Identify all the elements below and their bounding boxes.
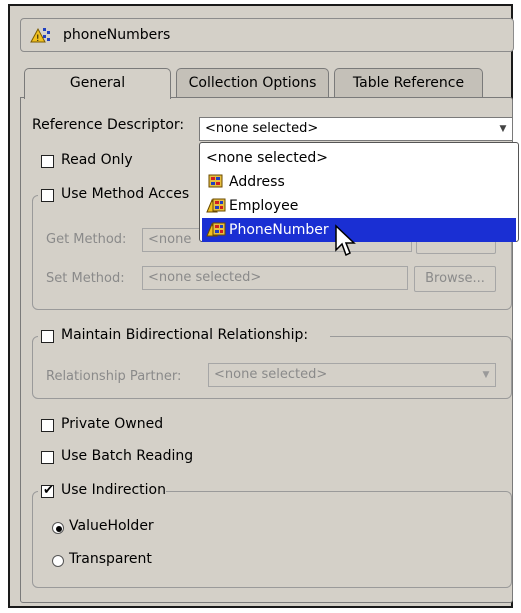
set-method-field: <none selected> [142, 266, 408, 290]
tab-collection-options[interactable]: Collection Options [176, 68, 329, 98]
indirection-group [32, 491, 512, 588]
relationship-partner-combo: <none selected> ▼ [208, 363, 496, 387]
dropdown-item-label: Employee [229, 198, 299, 214]
dropdown-item-label: Address [229, 174, 285, 190]
use-indirection-checkbox[interactable]: ✔ [41, 483, 54, 498]
descriptor-warning-icon [206, 221, 226, 237]
transparent-radio[interactable] [52, 555, 64, 567]
maintain-bidirectional-label: Maintain Bidirectional Relationship: [61, 327, 309, 343]
use-method-accessing-label: Use Method Acces [61, 186, 190, 202]
descriptor-icon [206, 173, 226, 189]
read-only-label: Read Only [61, 152, 133, 168]
chevron-down-icon[interactable]: ▼ [494, 118, 512, 140]
relationship-partner-value: <none selected> [214, 367, 328, 382]
relationship-partner-label: Relationship Partner: [46, 369, 182, 384]
radio-dot-icon [56, 526, 62, 532]
checkmark-icon: ✔ [43, 483, 54, 498]
tab-table-reference[interactable]: Table Reference [334, 68, 483, 98]
set-method-value: <none selected> [148, 270, 262, 285]
descriptor-warning-icon [206, 197, 226, 213]
chevron-down-icon: ▼ [482, 370, 490, 380]
read-only-checkbox[interactable] [41, 155, 54, 168]
reference-descriptor-value: <none selected> [205, 121, 319, 136]
valueholder-label: ValueHolder [69, 518, 154, 534]
dropdown-item-employee[interactable]: Employee [202, 194, 516, 218]
dropdown-item-address[interactable]: Address [202, 170, 516, 194]
use-indirection-label: Use Indirection [61, 482, 166, 498]
set-method-label: Set Method: [46, 271, 125, 286]
set-method-browse-button: Browse... [414, 266, 496, 292]
reference-descriptor-dropdown-list: <none selected> Address Employee PhoneNu… [199, 142, 519, 242]
dropdown-item-none[interactable]: <none selected> [202, 146, 516, 170]
get-method-label: Get Method: [46, 232, 127, 247]
private-owned-label: Private Owned [61, 416, 164, 432]
batch-reading-checkbox[interactable] [41, 451, 54, 464]
tab-general[interactable]: General [24, 68, 171, 99]
dropdown-item-phonenumber[interactable]: PhoneNumber [202, 218, 516, 242]
mapping-header: ! phoneNumbers [20, 18, 514, 52]
transparent-label: Transparent [69, 551, 152, 567]
svg-text:!: ! [36, 34, 40, 44]
valueholder-radio[interactable] [52, 522, 64, 534]
get-method-value: <none [148, 232, 192, 247]
mouse-cursor-icon [335, 224, 356, 257]
batch-reading-label: Use Batch Reading [61, 448, 194, 464]
use-method-accessing-checkbox[interactable] [41, 189, 54, 202]
collection-mapping-icon: ! [29, 26, 53, 44]
private-owned-checkbox[interactable] [41, 419, 54, 432]
dropdown-item-label: <none selected> [206, 150, 328, 166]
reference-descriptor-combo[interactable]: <none selected> ▼ [199, 117, 513, 141]
reference-descriptor-label: Reference Descriptor: [32, 117, 185, 133]
mapping-title: phoneNumbers [63, 27, 171, 43]
maintain-bidirectional-checkbox[interactable] [41, 330, 54, 343]
dropdown-item-label: PhoneNumber [229, 222, 329, 238]
